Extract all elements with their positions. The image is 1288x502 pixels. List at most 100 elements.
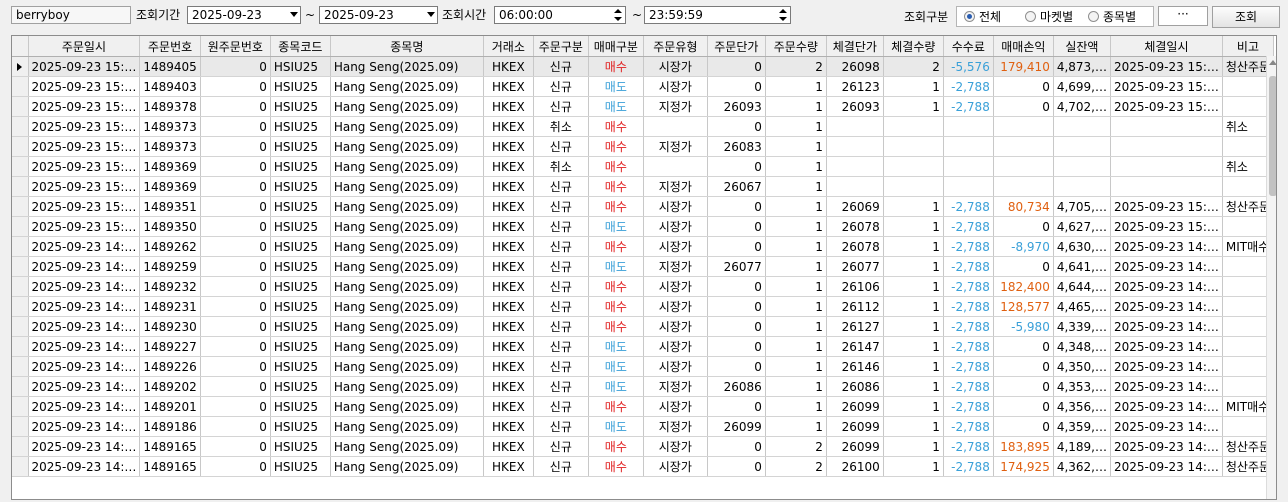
- row-indicator[interactable]: [12, 136, 29, 157]
- table-cell: 취소: [533, 116, 589, 137]
- row-indicator[interactable]: [12, 76, 29, 97]
- column-header[interactable]: 체결일시: [1110, 36, 1223, 57]
- search-button[interactable]: 조회: [1212, 6, 1280, 28]
- date-from-picker[interactable]: 2025-09-23: [187, 6, 301, 24]
- row-indicator[interactable]: [12, 456, 29, 477]
- table-cell: HKEX: [483, 456, 534, 477]
- table-cell: 0: [707, 196, 766, 217]
- more-button[interactable]: ···: [1158, 6, 1208, 26]
- column-header[interactable]: 종목명: [330, 36, 484, 57]
- column-header[interactable]: 원주문번호: [200, 36, 271, 57]
- query-type-radiogroup: 전체 마켓별 종목별: [956, 6, 1154, 27]
- table-row[interactable]: 2025-09-23 15:… 1489369 0 HSIU25 Hang Seng(2…: [12, 156, 1275, 177]
- column-header[interactable]: 체결단가: [826, 36, 884, 57]
- table-cell: Hang Seng(2025.09): [330, 156, 484, 177]
- row-indicator[interactable]: [12, 356, 29, 377]
- table-row[interactable]: 2025-09-23 14:… 1489230 0 HSIU25 Hang Seng(2…: [12, 316, 1275, 337]
- table-cell: 시장가: [643, 76, 708, 97]
- column-header[interactable]: 주문수량: [765, 36, 827, 57]
- spin-up-icon[interactable]: [777, 7, 789, 15]
- spin-up-icon[interactable]: [612, 7, 624, 15]
- column-header[interactable]: 수수료: [943, 36, 994, 57]
- table-row[interactable]: 2025-09-23 14:… 1489201 0 HSIU25 Hang Seng(2…: [12, 396, 1275, 417]
- row-indicator[interactable]: [12, 436, 29, 457]
- column-header[interactable]: 주문일시: [28, 36, 141, 57]
- column-header[interactable]: 실잔액: [1053, 36, 1112, 57]
- vertical-scrollbar[interactable]: [1266, 56, 1276, 499]
- row-indicator[interactable]: [12, 176, 29, 197]
- row-indicator[interactable]: [12, 236, 29, 257]
- row-indicator[interactable]: [12, 396, 29, 417]
- spin-down-icon[interactable]: [777, 15, 789, 23]
- table-row[interactable]: 2025-09-23 15:… 1489405 0 HSIU25 Hang Seng(2…: [12, 56, 1275, 77]
- table-row[interactable]: 2025-09-23 14:… 1489262 0 HSIU25 Hang Seng(2…: [12, 236, 1275, 257]
- table-row[interactable]: 2025-09-23 14:… 1489165 0 HSIU25 Hang Seng(2…: [12, 436, 1275, 457]
- table-cell: 1: [883, 76, 944, 97]
- table-row[interactable]: 2025-09-23 14:… 1489231 0 HSIU25 Hang Seng(2…: [12, 296, 1275, 317]
- scrollbar-thumb[interactable]: [1269, 76, 1276, 196]
- table-row[interactable]: 2025-09-23 14:… 1489165 0 HSIU25 Hang Seng(2…: [12, 456, 1275, 477]
- table-cell: [1053, 136, 1112, 157]
- row-indicator[interactable]: [12, 376, 29, 397]
- table-cell: 신규: [533, 376, 589, 397]
- row-indicator[interactable]: [12, 156, 29, 177]
- row-indicator[interactable]: [12, 56, 29, 77]
- chevron-down-icon[interactable]: [290, 12, 298, 17]
- table-cell: 2: [883, 56, 944, 77]
- table-row[interactable]: 2025-09-23 14:… 1489202 0 HSIU25 Hang Seng(2…: [12, 376, 1275, 397]
- column-header[interactable]: 주문단가: [707, 36, 766, 57]
- column-header[interactable]: 주문구분: [533, 36, 589, 57]
- table-row[interactable]: 2025-09-23 15:… 1489378 0 HSIU25 Hang Seng(2…: [12, 96, 1275, 117]
- column-header[interactable]: 매매구분: [588, 36, 644, 57]
- table-row[interactable]: 2025-09-23 15:… 1489369 0 HSIU25 Hang Seng(2…: [12, 176, 1275, 197]
- column-header[interactable]: 거래소: [483, 36, 534, 57]
- column-header[interactable]: 종목코드: [270, 36, 331, 57]
- date-to-picker[interactable]: 2025-09-23: [319, 6, 438, 24]
- row-indicator[interactable]: [12, 216, 29, 237]
- table-row[interactable]: 2025-09-23 14:… 1489226 0 HSIU25 Hang Seng(2…: [12, 356, 1275, 377]
- table-cell: 4,705,…: [1053, 196, 1112, 217]
- table-cell: 0: [707, 56, 766, 77]
- table-row[interactable]: 2025-09-23 15:… 1489351 0 HSIU25 Hang Seng(2…: [12, 196, 1275, 217]
- scroll-up-icon[interactable]: [1269, 60, 1276, 65]
- table-row[interactable]: 2025-09-23 14:… 1489232 0 HSIU25 Hang Seng(2…: [12, 276, 1275, 297]
- radio-all-label: 전체: [979, 10, 1002, 24]
- table-row[interactable]: 2025-09-23 14:… 1489259 0 HSIU25 Hang Seng(2…: [12, 256, 1275, 277]
- spin-down-icon[interactable]: [612, 15, 624, 23]
- column-header[interactable]: 주문번호: [139, 36, 201, 57]
- table-cell: -2,788: [943, 276, 994, 297]
- account-field[interactable]: berryboy: [11, 6, 131, 24]
- column-header[interactable]: 체결수량: [883, 36, 944, 57]
- column-header[interactable]: 주문유형: [643, 36, 708, 57]
- table-cell: 0: [993, 416, 1054, 437]
- table-row[interactable]: 2025-09-23 15:… 1489373 0 HSIU25 Hang Seng(2…: [12, 116, 1275, 137]
- table-cell: 0: [993, 396, 1054, 417]
- table-cell: HKEX: [483, 116, 534, 137]
- row-indicator[interactable]: [12, 316, 29, 337]
- row-indicator[interactable]: [12, 416, 29, 437]
- row-indicator[interactable]: [12, 256, 29, 277]
- table-cell: 1489350: [139, 216, 201, 237]
- row-indicator[interactable]: [12, 296, 29, 317]
- table-cell: Hang Seng(2025.09): [330, 456, 484, 477]
- table-cell: [826, 156, 884, 177]
- time-to-spinner[interactable]: 23:59:59: [644, 6, 791, 24]
- row-indicator[interactable]: [12, 196, 29, 217]
- table-row[interactable]: 2025-09-23 15:… 1489350 0 HSIU25 Hang Seng(2…: [12, 216, 1275, 237]
- column-header[interactable]: 매매손익: [993, 36, 1054, 57]
- table-cell: 2025-09-23 14:…: [1110, 276, 1223, 297]
- table-row[interactable]: 2025-09-23 15:… 1489373 0 HSIU25 Hang Seng(2…: [12, 136, 1275, 157]
- row-indicator[interactable]: [12, 276, 29, 297]
- table-row[interactable]: 2025-09-23 15:… 1489403 0 HSIU25 Hang Seng(2…: [12, 76, 1275, 97]
- row-indicator[interactable]: [12, 116, 29, 137]
- table-cell: 시장가: [643, 436, 708, 457]
- time-from-spinner[interactable]: 06:00:00: [494, 6, 626, 24]
- row-indicator[interactable]: [12, 336, 29, 357]
- row-indicator[interactable]: [12, 96, 29, 117]
- table-row[interactable]: 2025-09-23 14:… 1489227 0 HSIU25 Hang Seng(2…: [12, 336, 1275, 357]
- table-row[interactable]: 2025-09-23 14:… 1489186 0 HSIU25 Hang Seng(2…: [12, 416, 1275, 437]
- table-cell: -2,788: [943, 436, 994, 457]
- header-row: 주문일시 주문번호 원주문번호 종목코드 종목명 거래소 주문구분 매매구분 주문유형 주문단가 주…: [12, 36, 1275, 57]
- column-header[interactable]: 비고: [1222, 36, 1275, 57]
- chevron-down-icon[interactable]: [427, 12, 435, 17]
